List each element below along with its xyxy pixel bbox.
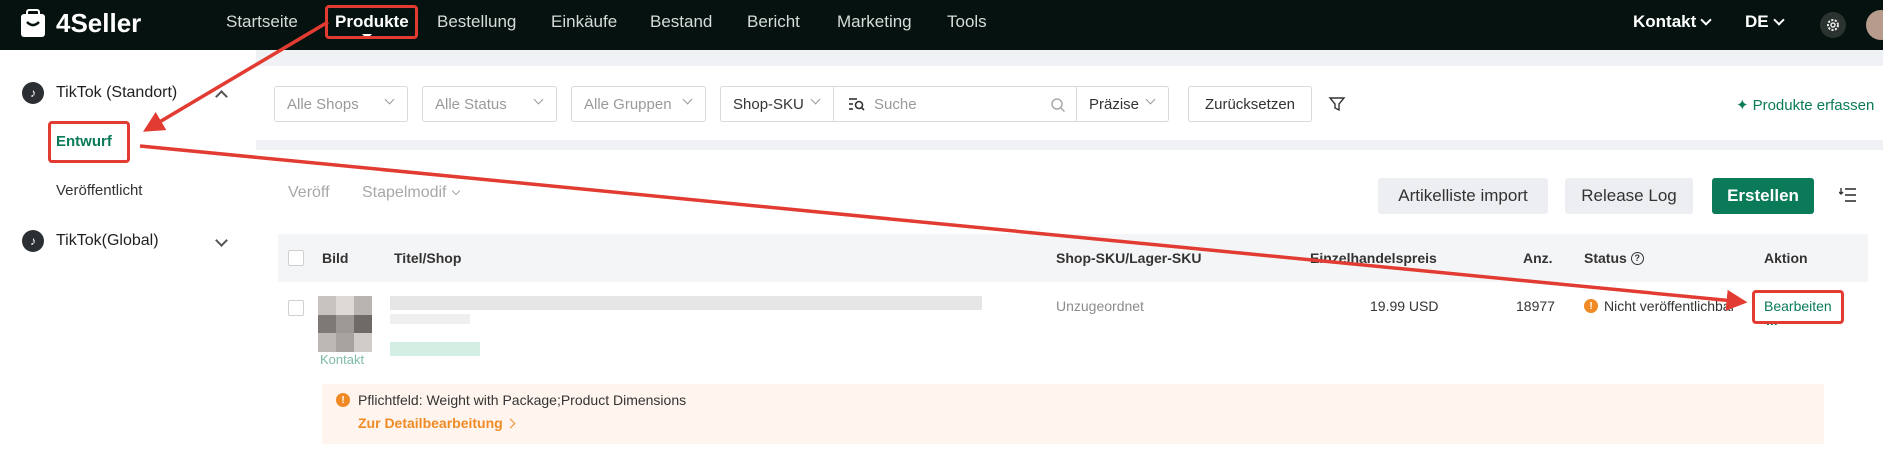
nav-bericht[interactable]: Bericht xyxy=(747,12,800,32)
settings-button[interactable] xyxy=(1820,12,1846,38)
table-header: Bild Titel/Shop Shop-SKU/Lager-SKU Einze… xyxy=(278,234,1868,282)
produkte-erfassen-label: Produkte erfassen xyxy=(1752,96,1875,114)
language-menu[interactable]: DE xyxy=(1745,12,1785,32)
gear-icon xyxy=(1827,19,1839,31)
nav-bestellung[interactable]: Bestellung xyxy=(437,12,516,32)
chevron-down-icon xyxy=(1145,94,1156,105)
annotation-box-produkte xyxy=(325,5,418,39)
search-scope-icon xyxy=(849,98,865,111)
nav-startseite[interactable]: Startseite xyxy=(226,12,298,32)
match-mode-value: Präzise xyxy=(1089,95,1140,113)
price-value: 19.99 USD xyxy=(1370,298,1439,314)
groups-select-value: Alle Gruppen xyxy=(584,95,672,113)
filter-bar: Alle Shops Alle Status Alle Gruppen Shop… xyxy=(256,66,1883,140)
sidebar-item-veroeffentlicht[interactable]: Veröffentlicht xyxy=(56,182,142,199)
column-header-bild: Bild xyxy=(322,250,349,266)
release-log-button[interactable]: Release Log xyxy=(1565,178,1693,214)
column-header-quantity: Anz. xyxy=(1523,250,1553,266)
create-button[interactable]: Erstellen xyxy=(1712,178,1814,214)
search-input[interactable]: Suche xyxy=(833,86,1077,122)
publish-button[interactable]: Veröff xyxy=(288,184,330,202)
blurred-shop-name xyxy=(390,342,480,356)
shops-select[interactable]: Alle Shops xyxy=(274,86,408,122)
contact-menu[interactable]: Kontakt xyxy=(1633,12,1712,32)
nav-marketing[interactable]: Marketing xyxy=(837,12,912,32)
sidebar-group-label: TikTok(Global) xyxy=(56,232,159,249)
status-header-label: Status xyxy=(1584,250,1627,266)
chevron-down-icon xyxy=(1772,14,1785,26)
import-list-button[interactable]: Artikelliste import xyxy=(1378,178,1548,214)
contact-label: Kontakt xyxy=(1633,12,1697,31)
match-mode-select[interactable]: Präzise xyxy=(1076,86,1169,122)
column-header-price: Einzelhandelspreis xyxy=(1310,250,1437,266)
chevron-down-icon xyxy=(384,94,395,105)
column-settings-icon[interactable] xyxy=(1839,186,1857,204)
sku-type-value: Shop-SKU xyxy=(733,95,804,113)
required-field-warning: ! Pflichtfeld: Weight with Package;Produ… xyxy=(322,384,1824,444)
logo[interactable]: 4Seller xyxy=(18,8,141,39)
warning-icon: ! xyxy=(336,393,350,407)
sidebar: ♪ TikTok (Standort) Entwurf Veröffentlic… xyxy=(0,50,256,452)
select-all-checkbox[interactable] xyxy=(288,250,304,266)
help-icon[interactable]: ? xyxy=(1630,251,1644,265)
reset-button[interactable]: Zurücksetzen xyxy=(1188,86,1312,122)
shops-select-value: Alle Shops xyxy=(287,95,359,113)
tiktok-icon: ♪ xyxy=(22,82,44,104)
table-row: Kontakt Unzugeordnet 19.99 USD 18977 ! N… xyxy=(278,282,1868,380)
sku-type-select[interactable]: Shop-SKU xyxy=(720,86,834,122)
batch-modify-dropdown[interactable]: Stapelmodif xyxy=(362,184,460,202)
sku-unassigned: Unzugeordnet xyxy=(1056,298,1144,314)
chevron-down-icon xyxy=(533,94,544,105)
chevron-down-icon xyxy=(810,94,821,105)
sparkle-icon: ✦ xyxy=(1736,97,1749,114)
detail-edit-label: Zur Detailbearbeitung xyxy=(358,415,503,431)
status-value: Nicht veröffentlichbar xyxy=(1604,298,1736,314)
batch-modify-label: Stapelmodif xyxy=(362,184,447,201)
filter-icon[interactable] xyxy=(1328,95,1346,113)
quantity-value: 18977 xyxy=(1516,298,1555,314)
search-placeholder: Suche xyxy=(874,95,917,113)
column-header-titel: Titel/Shop xyxy=(394,250,462,266)
annotation-box-entwurf xyxy=(48,121,130,163)
thumbnail-caption: Kontakt xyxy=(320,352,365,367)
top-navigation: 4Seller Startseite Produkte Bestellung E… xyxy=(0,0,1883,50)
sidebar-group-tiktok-standort[interactable]: ♪ TikTok (Standort) xyxy=(22,82,177,104)
chevron-right-icon xyxy=(505,418,516,428)
status-cell: ! Nicht veröffentlichbar xyxy=(1584,298,1735,314)
tiktok-icon: ♪ xyxy=(22,230,44,252)
chevron-down-icon xyxy=(1700,14,1712,26)
produkte-erfassen-link[interactable]: ✦ Produkte erfassen xyxy=(1736,96,1875,115)
column-header-status: Status ? xyxy=(1584,250,1644,266)
column-header-aktion: Aktion xyxy=(1764,250,1808,266)
language-label: DE xyxy=(1745,12,1769,31)
nav-bestand[interactable]: Bestand xyxy=(650,12,712,32)
warning-icon: ! xyxy=(1584,299,1598,313)
app-name: 4Seller xyxy=(56,8,142,38)
user-avatar[interactable] xyxy=(1866,10,1883,40)
annotation-box-bearbeiten xyxy=(1752,290,1844,324)
row-checkbox[interactable] xyxy=(288,300,304,316)
sidebar-group-tiktok-global[interactable]: ♪ TikTok(Global) xyxy=(22,230,159,252)
groups-select[interactable]: Alle Gruppen xyxy=(571,86,706,122)
warning-text: Pflichtfeld: Weight with Package;Product… xyxy=(358,392,687,408)
status-select-value: Alle Status xyxy=(435,95,507,113)
chevron-down-icon xyxy=(682,94,693,105)
search-icon[interactable] xyxy=(1050,97,1066,113)
chevron-down-icon[interactable] xyxy=(215,234,228,247)
chevron-up-icon[interactable] xyxy=(215,90,228,103)
nav-einkaeufe[interactable]: Einkäufe xyxy=(551,12,617,32)
status-select[interactable]: Alle Status xyxy=(422,86,557,122)
column-header-sku: Shop-SKU/Lager-SKU xyxy=(1056,250,1202,266)
blurred-title xyxy=(390,296,982,310)
product-thumbnail[interactable] xyxy=(318,296,372,352)
chevron-down-icon xyxy=(451,186,460,196)
sidebar-group-label: TikTok (Standort) xyxy=(56,84,178,101)
nav-tools[interactable]: Tools xyxy=(947,12,987,32)
shopping-bag-icon xyxy=(21,8,45,37)
blurred-title-line xyxy=(390,314,470,324)
detail-edit-link[interactable]: Zur Detailbearbeitung xyxy=(358,415,516,431)
